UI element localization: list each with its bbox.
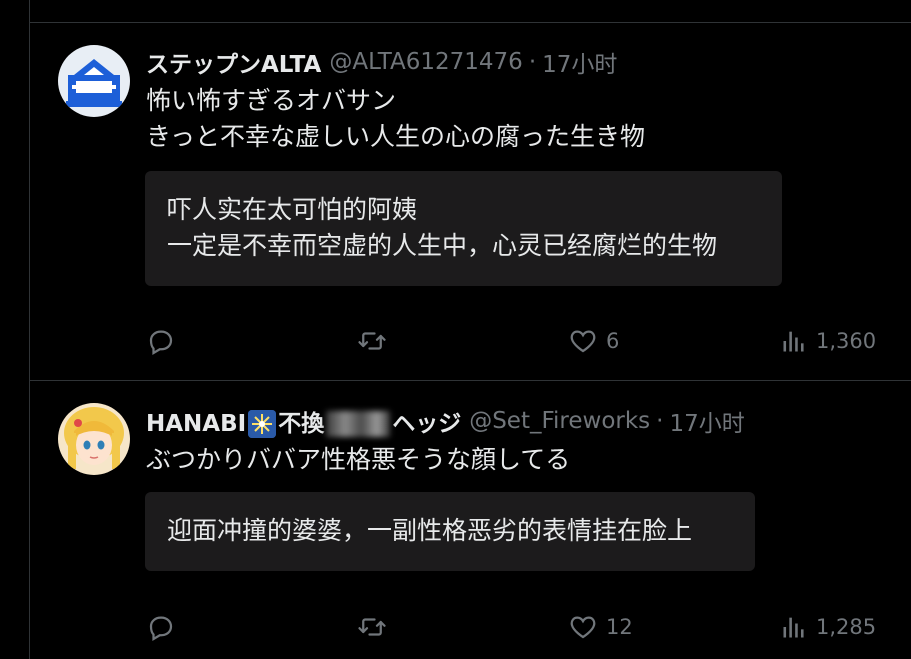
retweet-button[interactable] xyxy=(356,323,396,359)
tweet-text-line: ぶつかりババア性格悪そうな顔してる xyxy=(146,445,571,474)
heart-icon xyxy=(570,330,596,353)
action-bar: 6 1,360 xyxy=(146,323,881,359)
tweet-header: HANABI 不換 ヘッジ @Set_Fireworks · 17小时 xyxy=(146,404,745,439)
redacted-text xyxy=(326,411,391,438)
views-icon xyxy=(783,331,804,352)
handle[interactable]: @ALTA61271476 xyxy=(329,49,522,75)
view-count: 1,285 xyxy=(816,615,877,639)
retweet-icon xyxy=(358,618,386,636)
timestamp[interactable]: 17小时 xyxy=(669,404,744,438)
translation-line: 迎面冲撞的婆婆，一副性格恶劣的表情挂在脸上 xyxy=(167,516,693,545)
separator-dot: · xyxy=(528,49,537,75)
heart-icon xyxy=(570,616,596,639)
tweet-text-line: きっと不幸な虚しい人生の心の腐った生き物 xyxy=(146,122,646,151)
tweet-header: ステップンALTA @ALTA61271476 · 17小时 xyxy=(146,46,617,78)
translation-line: 一定是不幸而空虚的人生中，心灵已经腐烂的生物 xyxy=(167,231,718,260)
action-bar: 12 1,285 xyxy=(146,609,881,645)
tweet[interactable]: HANABI 不換 ヘッジ @Set_Fireworks · 17小时 ぶつかりババ… xyxy=(30,381,911,659)
translation-box: 迎面冲撞的婆婆，一副性格恶劣的表情挂在脸上 xyxy=(145,492,755,571)
display-name[interactable]: ステップンALTA xyxy=(146,45,321,79)
timeline: ステップンALTA @ALTA61271476 · 17小时 怖い怖すぎるオバサ… xyxy=(0,0,911,659)
views-button[interactable]: 1,285 xyxy=(780,609,876,645)
display-name[interactable]: HANABI 不換 ヘッジ xyxy=(146,404,461,439)
avatar[interactable] xyxy=(58,403,130,475)
translation-line: 吓人实在太可怕的阿姨 xyxy=(167,195,418,224)
like-button[interactable]: 12 xyxy=(568,609,633,645)
like-count: 6 xyxy=(606,329,620,353)
reply-button[interactable] xyxy=(146,323,184,359)
translation-box: 吓人实在太可怕的阿姨 一定是不幸而空虚的人生中，心灵已经腐烂的生物 xyxy=(145,171,782,286)
separator-dot: · xyxy=(656,408,664,434)
view-count: 1,360 xyxy=(816,329,877,353)
like-button[interactable]: 6 xyxy=(568,323,619,359)
retweet-icon xyxy=(358,332,386,350)
tweet[interactable]: ステップンALTA @ALTA61271476 · 17小时 怖い怖すぎるオバサ… xyxy=(30,23,911,380)
tweet-text: ぶつかりババア性格悪そうな顔してる xyxy=(146,442,570,478)
avatar[interactable] xyxy=(58,45,130,117)
tweet-text: 怖い怖すぎるオバサン きっと不幸な虚しい人生の心の腐った生き物 xyxy=(146,83,645,155)
views-icon xyxy=(783,617,804,638)
views-button[interactable]: 1,360 xyxy=(780,323,876,359)
reply-icon xyxy=(149,616,173,641)
firework-emoji xyxy=(248,410,277,439)
like-count: 12 xyxy=(606,615,633,639)
timestamp[interactable]: 17小时 xyxy=(542,45,617,79)
retweet-button[interactable] xyxy=(356,609,396,645)
handle[interactable]: @Set_Fireworks xyxy=(469,408,650,434)
tweet-text-line: 怖い怖すぎるオバサン xyxy=(146,86,397,115)
reply-button[interactable] xyxy=(146,609,184,645)
reply-icon xyxy=(149,330,173,355)
